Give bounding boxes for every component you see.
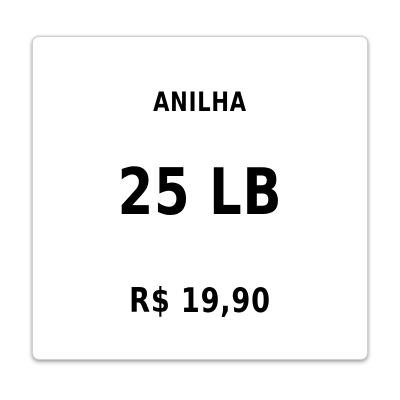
price-tag-card: ANILHA 25 LB R$ 19,90 [32, 36, 368, 360]
page: ANILHA 25 LB R$ 19,90 [0, 0, 400, 400]
product-name: ANILHA [153, 87, 247, 118]
product-size: 25 LB [117, 156, 283, 230]
product-price: R$ 19,90 [129, 281, 271, 321]
